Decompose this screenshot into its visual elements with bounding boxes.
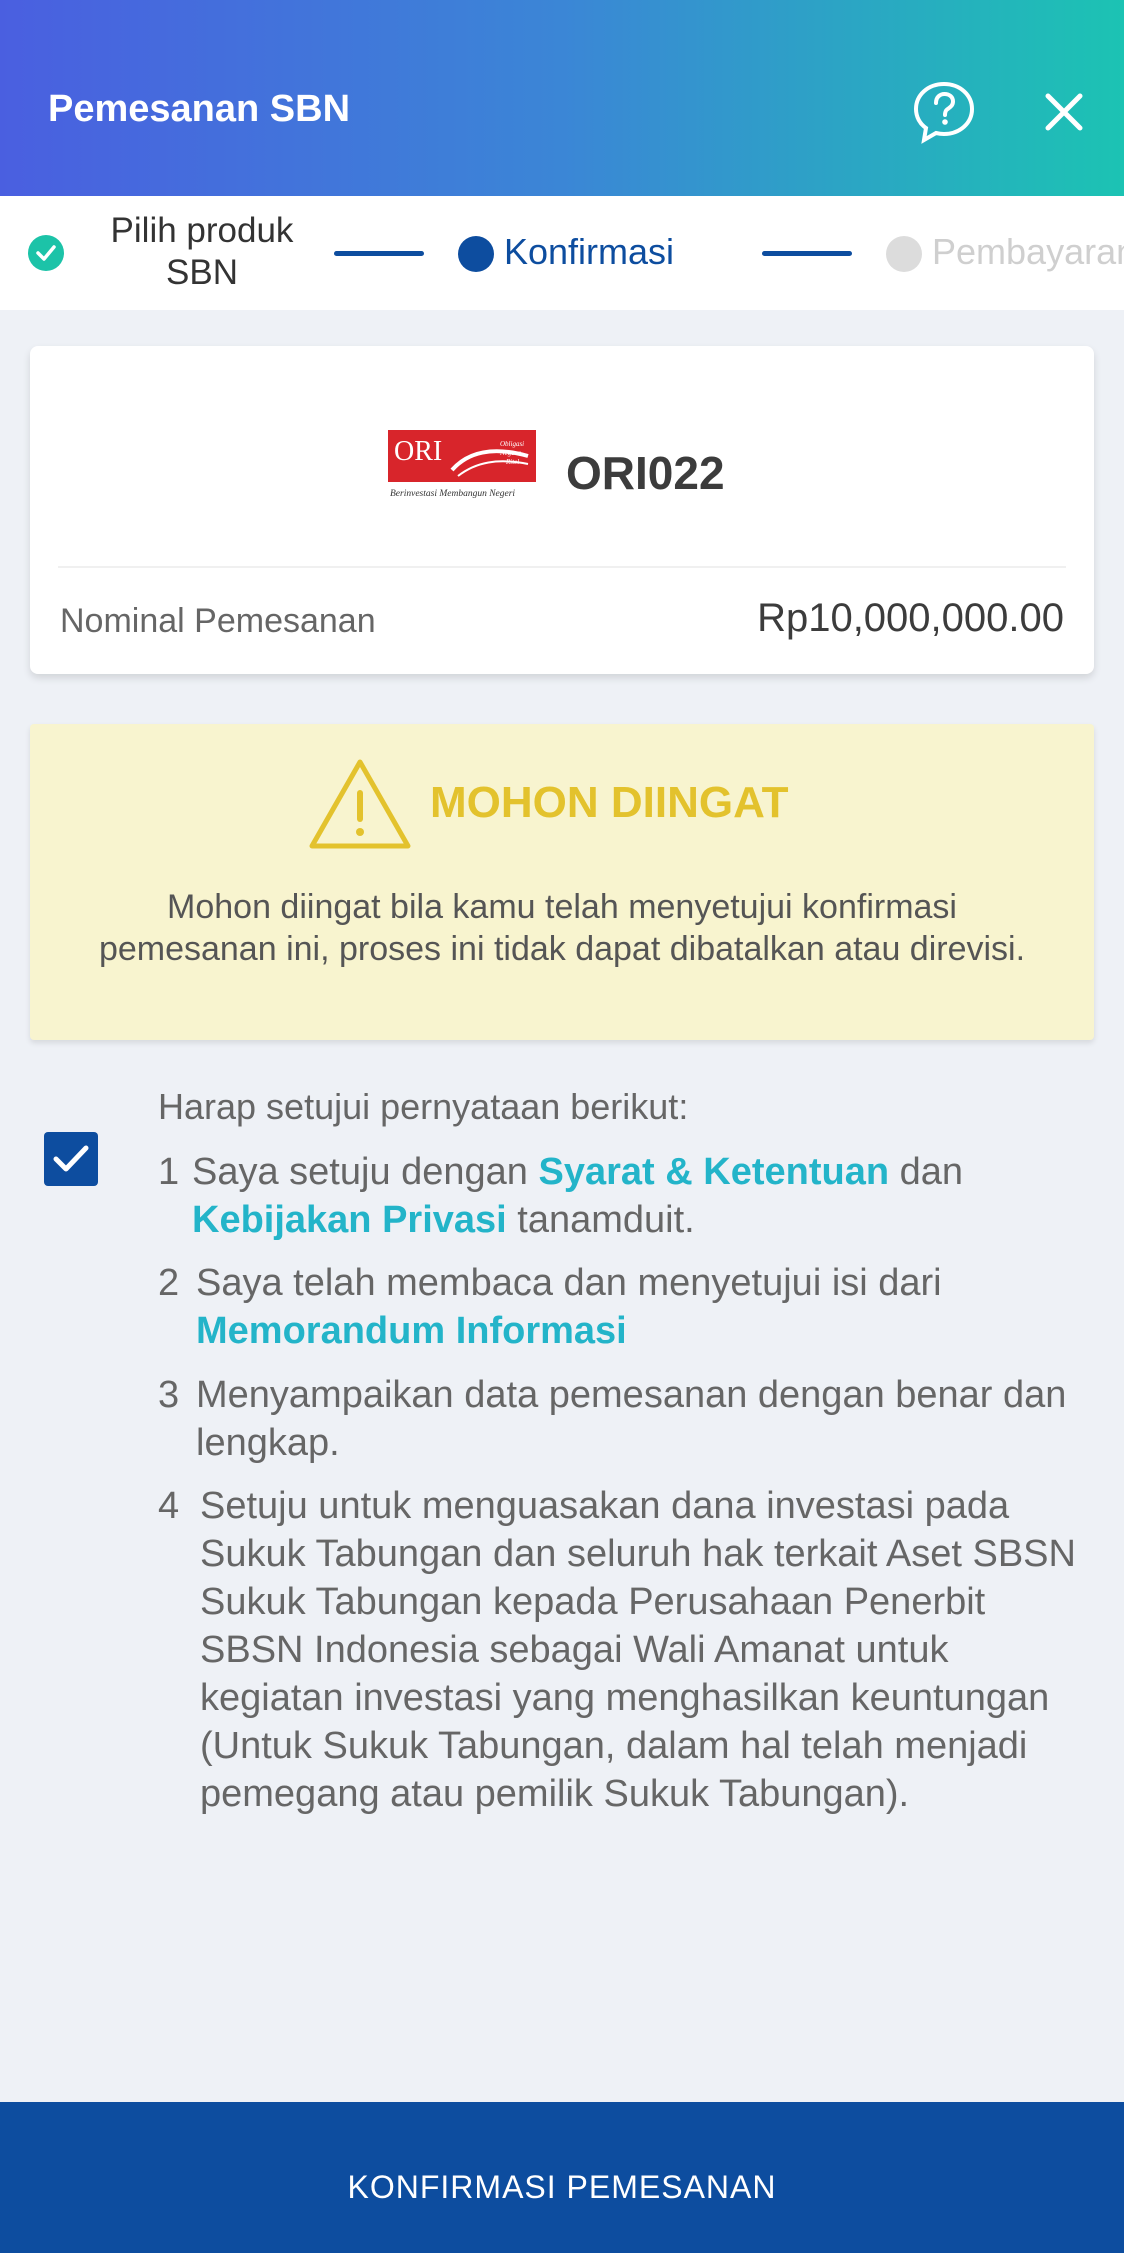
step-done-check-icon: [28, 235, 64, 271]
warning-triangle-icon: [309, 759, 411, 849]
check-icon: [53, 1145, 89, 1172]
help-button[interactable]: [912, 80, 976, 144]
terms-item: 2 Saya telah membaca dan menyetujui isi …: [158, 1259, 1078, 1359]
step-label-pembayaran: Pembayaran: [932, 231, 1124, 272]
page-title: Pemesanan SBN: [48, 88, 351, 130]
svg-text:Negara: Negara: [499, 449, 522, 457]
close-button[interactable]: [1040, 88, 1088, 136]
terms-number: 1: [158, 1151, 180, 1193]
terms-number: 2: [158, 1262, 180, 1304]
terms-text: Saya setuju dengan: [192, 1151, 539, 1193]
warning-text: Mohon diingat bila kamu telah menyetujui…: [98, 888, 1026, 968]
terms-text: Saya telah membaca dan menyetujui isi da…: [196, 1262, 942, 1304]
app-header: Pemesanan SBN: [0, 0, 1124, 196]
step-active-dot: [458, 236, 494, 272]
terms-number: 3: [158, 1374, 180, 1416]
step-label-konfirmasi: Konfirmasi: [504, 231, 675, 272]
nominal-value: Rp10,000,000.00: [757, 596, 1064, 640]
product-summary-card: ORI Obligasi Negara Ritel Berinvestasi M…: [30, 346, 1094, 674]
divider: [58, 566, 1066, 568]
terms-number: 4: [158, 1485, 180, 1527]
agreement-checkbox[interactable]: [44, 1132, 98, 1186]
logo-tagline: Berinvestasi Membangun Negeri: [390, 489, 515, 499]
terms-item: 3 Menyampaikan data pemesanan dengan ben…: [158, 1371, 1078, 1471]
terms-text: Menyampaikan data pemesanan dengan benar…: [196, 1374, 1067, 1464]
syarat-ketentuan-link[interactable]: Syarat & Ketentuan: [539, 1151, 890, 1193]
agreement-title: Harap setujui pernyataan berikut:: [158, 1086, 689, 1127]
step-connector: [334, 251, 424, 256]
close-icon: [1045, 93, 1083, 131]
step-connector: [762, 251, 852, 256]
terms-text: Setuju untuk menguasakan dana investasi …: [200, 1485, 1076, 1815]
question-circle-icon: [913, 81, 975, 144]
confirm-order-button[interactable]: KONFIRMASI PEMESANAN: [0, 2102, 1124, 2253]
warning-box: MOHON DIINGAT Mohon diingat bila kamu te…: [30, 724, 1094, 1040]
terms-item: 4 Setuju untuk menguasakan dana investas…: [158, 1482, 1078, 1872]
step-pending-dot: [886, 236, 922, 272]
ori-logo: ORI Obligasi Negara Ritel Berinvestasi M…: [388, 430, 536, 502]
progress-stepper: Pilih produk SBN Konfirmasi Pembayaran: [0, 196, 1124, 310]
nominal-label: Nominal Pemesanan: [60, 602, 376, 640]
memorandum-informasi-link[interactable]: Memorandum Informasi: [196, 1310, 627, 1352]
warning-title: MOHON DIINGAT: [430, 778, 789, 827]
terms-text: dan: [889, 1151, 964, 1193]
terms-text: tanamduit.: [506, 1199, 695, 1241]
logo-text: ORI: [394, 436, 442, 467]
step-label-pilih-produk: Pilih produk SBN: [110, 211, 294, 292]
svg-text:Ritel: Ritel: [505, 458, 519, 466]
terms-item: 1 Saya setuju dengan Syarat & Ketentuan …: [158, 1148, 1078, 1248]
svg-text:Obligasi: Obligasi: [500, 440, 524, 448]
kebijakan-privasi-link[interactable]: Kebijakan Privasi: [192, 1199, 507, 1241]
product-name: ORI022: [566, 447, 725, 499]
